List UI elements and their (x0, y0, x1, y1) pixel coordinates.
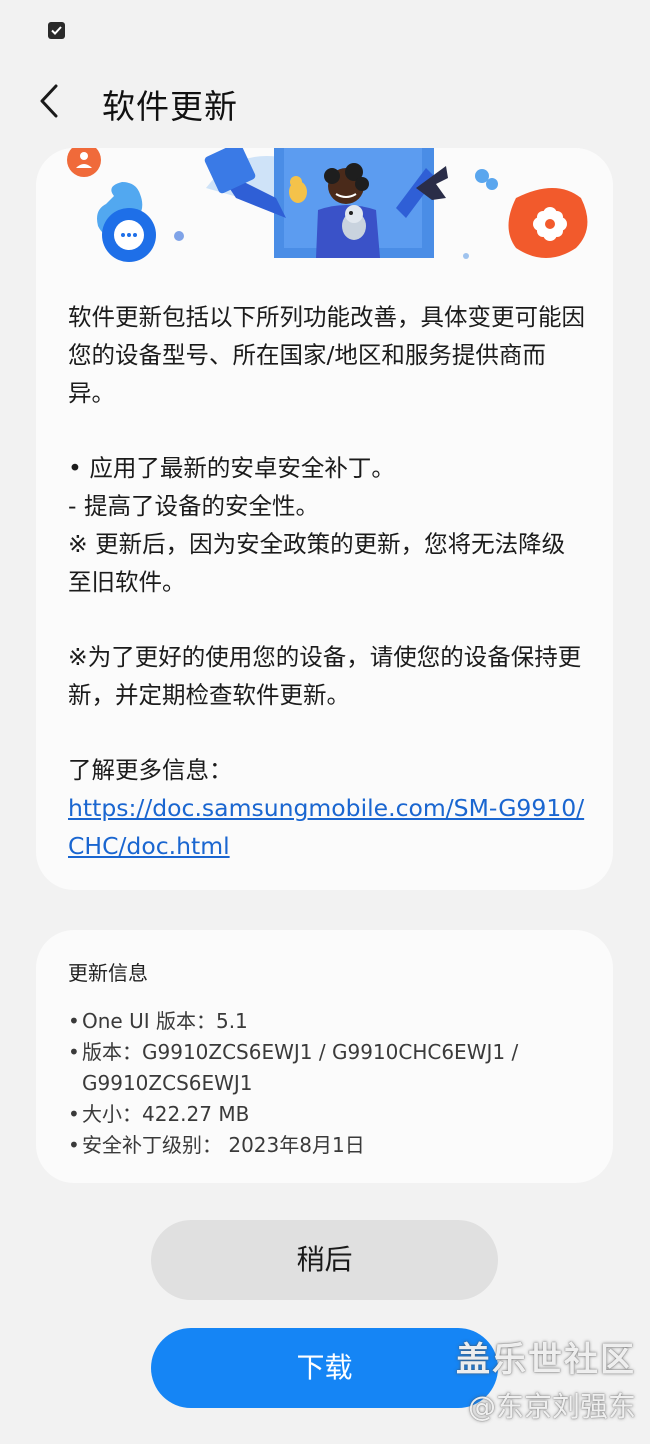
more-info-label: 了解更多信息： (68, 756, 233, 784)
watermark-author: @东京刘强东 (467, 1390, 636, 1423)
update-info-heading: 更新信息 (68, 961, 148, 985)
update-info-list: • One UI 版本：5.1 • 版本：G9910ZCS6EWJ1 / G99… (68, 1006, 578, 1161)
notes-intro: 软件更新包括以下所列功能改善，具体变更可能因您的设备型号、所在国家/地区和服务提… (68, 303, 585, 407)
later-button[interactable]: 稍后 (151, 1220, 498, 1300)
notes-warning: ※ 更新后，因为安全政策的更新，您将无法降级至旧软件。 (68, 530, 566, 596)
more-info-link[interactable]: https://doc.samsungmobile.com/SM-G9910/C… (68, 794, 584, 860)
watermark-community: 盖乐世社区 (456, 1340, 636, 1380)
info-item-one-ui-version: • One UI 版本：5.1 (68, 1009, 248, 1033)
download-button[interactable]: 下载 (151, 1328, 498, 1408)
info-item-size: • 大小：422.27 MB (68, 1102, 250, 1126)
notes-recommendation: ※为了更好的使用您的设备，请使您的设备保持更新，并定期检查软件更新。 (68, 643, 582, 709)
back-button[interactable] (30, 78, 70, 123)
status-bar (0, 0, 650, 60)
update-illustration (36, 148, 613, 276)
update-info-card: 更新信息 • One UI 版本：5.1 • 版本：G9910ZCS6EWJ1 … (36, 930, 613, 1183)
watermark: 盖乐世社区 @东京刘强东 (456, 1332, 636, 1425)
release-notes: 软件更新包括以下所列功能改善，具体变更可能因您的设备型号、所在国家/地区和服务提… (68, 298, 588, 865)
page-title: 软件更新 (102, 87, 238, 126)
info-item-security-patch: • 安全补丁级别： 2023年8月1日 (68, 1133, 365, 1157)
release-notes-card: 软件更新包括以下所列功能改善，具体变更可能因您的设备型号、所在国家/地区和服务提… (36, 148, 613, 890)
info-item-build-version: • 版本：G9910ZCS6EWJ1 / G9910CHC6EWJ1 / G99… (68, 1040, 519, 1095)
checkbox-notification-icon (48, 22, 65, 39)
back-arrow-icon (40, 84, 58, 118)
notes-sub-item: - 提高了设备的安全性。 (68, 492, 319, 520)
notes-bullet: • 应用了最新的安卓安全补丁。 (68, 454, 395, 482)
app-bar: 软件更新 (0, 60, 650, 145)
